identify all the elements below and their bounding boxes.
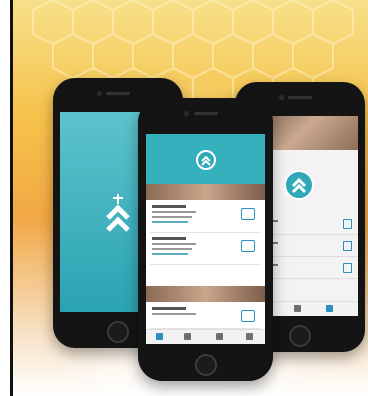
camera-icon (279, 95, 284, 100)
chevron-up-cross-logo-icon (106, 194, 130, 232)
list-item (150, 304, 261, 329)
list-screen (146, 134, 265, 344)
chevron-up-cross-logo-icon (201, 155, 211, 166)
tab-bar (146, 329, 265, 344)
chevron-up-cross-logo-icon (291, 177, 307, 194)
app-logo (196, 150, 216, 170)
phone-icon (294, 305, 301, 312)
phone-icon (241, 310, 255, 322)
menu-icon (246, 333, 253, 340)
camera-icon (97, 91, 102, 96)
phone-center (138, 98, 273, 381)
building-icon (241, 208, 255, 220)
product-photo (13, 0, 368, 396)
building-icon (241, 240, 255, 252)
speaker (288, 96, 312, 99)
home-button (107, 321, 129, 343)
section-band-2 (146, 286, 265, 302)
phone-icon (216, 333, 223, 340)
speaker (106, 92, 130, 95)
list-item (150, 234, 261, 265)
camera-icon (184, 111, 189, 116)
logo-circle (284, 170, 314, 200)
menu-icon (326, 305, 333, 312)
home-icon (156, 333, 163, 340)
speaker (193, 112, 218, 115)
home-button (289, 325, 311, 347)
section-band-1 (146, 184, 265, 200)
home-button (194, 354, 217, 376)
grid-icon (184, 333, 191, 340)
list-item (150, 202, 261, 233)
